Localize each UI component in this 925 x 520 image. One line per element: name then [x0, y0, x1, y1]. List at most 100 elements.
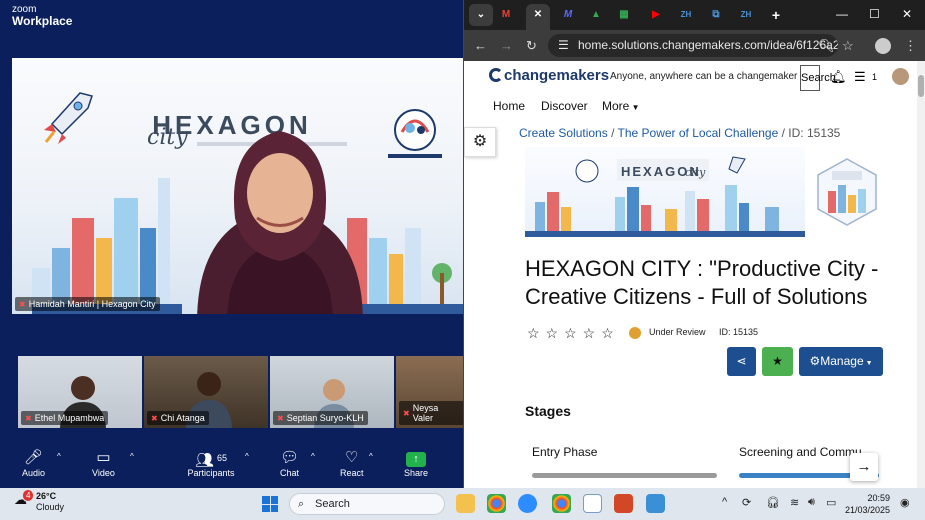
react-options-caret[interactable]: ^: [369, 452, 373, 461]
video-button[interactable]: ▭ Video: [92, 448, 115, 478]
site-tagline: Anyone, anywhere can be a changemaker: [610, 71, 798, 82]
menu-list-icon[interactable]: ☰: [854, 69, 866, 85]
tab-sheets[interactable]: ▦: [612, 4, 636, 26]
breadcrumb-challenge[interactable]: The Power of Local Challenge: [618, 126, 779, 140]
taskbar-search-label: Search: [315, 498, 350, 510]
share-idea-button[interactable]: ⋖: [727, 347, 756, 376]
start-button[interactable]: [262, 496, 278, 512]
address-bar[interactable]: ☰ home.solutions.changemakers.com/idea/6…: [548, 34, 838, 57]
participant-thumbnails: ✖ Ethel Mupambwa ✖ Chi Atanga ✖ Septian Sur…: [18, 356, 465, 428]
participant-nametag: ✖ Ethel Mupambwa: [21, 411, 109, 425]
tray-overflow-icon[interactable]: ^: [722, 496, 727, 508]
chrome-profile-icon[interactable]: [552, 494, 571, 513]
manage-button[interactable]: ⚙Manage ▼: [799, 347, 883, 376]
tab-youtube[interactable]: ▶: [644, 4, 668, 26]
breadcrumb-id: ID: 15135: [788, 126, 841, 140]
minimize-button[interactable]: —: [836, 7, 848, 21]
settings-gear-button[interactable]: ⚙: [464, 127, 496, 157]
logo-ring-icon: [489, 68, 503, 82]
rating-stars[interactable]: ☆☆☆☆☆: [527, 325, 620, 342]
browser-window: ⌄ M ✕ M ▲ ▦ ▶ ZH ⧉ ZH + — ☐ ✕ ← → ↻ ☰ ho…: [463, 0, 925, 488]
nav-discover[interactable]: Discover: [541, 99, 588, 113]
tab-search-button[interactable]: ⌄: [469, 4, 493, 26]
browser-menu-icon[interactable]: ⋮: [904, 38, 917, 54]
mic-muted-icon: ✖: [403, 408, 410, 418]
main-speaker-nametag: ✖ Hamidah Mantiri | Hexagon City: [15, 297, 160, 311]
audio-button[interactable]: 🎤︎ Audio: [22, 448, 45, 478]
window-close-button[interactable]: ✕: [902, 7, 912, 21]
stages-heading: Stages: [525, 403, 571, 419]
nav-home[interactable]: Home: [493, 99, 525, 113]
maximize-button[interactable]: ☐: [869, 7, 880, 21]
new-tab-button[interactable]: +: [764, 4, 788, 26]
powerpoint-icon[interactable]: [614, 494, 633, 513]
system-clock[interactable]: 20:59 21/03/2025: [845, 492, 890, 516]
idea-title: HEXAGON CITY : "Productive City - Creati…: [525, 256, 879, 309]
tab-m[interactable]: M: [556, 4, 580, 26]
close-icon[interactable]: ✕: [534, 9, 542, 20]
main-speaker-video[interactable]: HEXAGON city ✖ Hamidah Mantiri | Hexagon…: [12, 58, 463, 314]
participants-options-caret[interactable]: ^: [245, 452, 249, 461]
idea-banner-image: HEXAGON city: [525, 147, 805, 237]
tab-active[interactable]: ✕: [526, 4, 550, 30]
chat-options-caret[interactable]: ^: [311, 452, 315, 461]
user-avatar[interactable]: [892, 68, 909, 85]
weather-widget[interactable]: ☁ 4 26°C Cloudy: [14, 490, 65, 513]
next-stage-button[interactable]: →: [850, 453, 878, 481]
share-button[interactable]: ↑ Share: [404, 448, 428, 478]
participant-thumb[interactable]: ✖ Chi Atanga: [144, 356, 268, 428]
chat-button[interactable]: 💬︎ Chat: [280, 448, 299, 478]
tab-zh[interactable]: ZH: [674, 4, 698, 26]
reload-button[interactable]: ↻: [526, 38, 537, 54]
weather-condition: Cloudy: [36, 502, 65, 512]
logo-text: changemakers: [504, 67, 610, 84]
participant-thumb[interactable]: ✖ Septian Suryo-KLH: [270, 356, 394, 428]
site-info-icon[interactable]: ☰: [558, 34, 569, 57]
tab-zh-2[interactable]: ZH: [734, 4, 758, 26]
stage-progress-entry: [532, 473, 717, 478]
forward-button[interactable]: →: [500, 38, 513, 53]
breadcrumb-create-solutions[interactable]: Create Solutions: [519, 126, 608, 140]
changemakers-logo[interactable]: changemakers: [489, 67, 609, 84]
back-button[interactable]: ←: [474, 38, 487, 53]
participant-thumb[interactable]: ✖ Neysa Valer: [396, 356, 465, 428]
chat-icon: 💬︎: [280, 449, 300, 466]
file-explorer-icon[interactable]: [456, 494, 475, 513]
speaker-icon[interactable]: 🔊︎: [808, 496, 815, 509]
participant-thumb[interactable]: ✖ Ethel Mupambwa: [18, 356, 142, 428]
zoom-lens-icon[interactable]: 🔍︎: [818, 38, 835, 54]
stage-entry-phase: Entry Phase: [532, 445, 598, 459]
notification-icon[interactable]: ◉: [900, 496, 910, 509]
headset-icon[interactable]: 🎧︎: [766, 496, 780, 509]
speaker-person: [197, 131, 363, 314]
search-button[interactable]: Search: [800, 65, 836, 91]
clock-date: 21/03/2025: [845, 505, 891, 515]
profile-avatar[interactable]: [875, 38, 891, 54]
nav-more[interactable]: More ▼: [602, 99, 639, 113]
video-options-caret[interactable]: ^: [130, 452, 134, 461]
page-scrollbar[interactable]: [917, 61, 925, 488]
tab-gmail[interactable]: M: [494, 4, 518, 26]
wifi-icon[interactable]: ≋: [790, 496, 799, 509]
audio-options-caret[interactable]: ^: [57, 452, 61, 461]
notepad-icon[interactable]: [583, 494, 602, 513]
chrome-icon[interactable]: [487, 494, 506, 513]
photos-icon[interactable]: [646, 494, 665, 513]
participants-count: 65: [217, 453, 228, 463]
participants-button[interactable]: 👥︎ 65 Participants: [186, 448, 236, 478]
taskbar-search[interactable]: ⌕ Search: [289, 493, 445, 515]
tab-drive[interactable]: ▲: [584, 4, 608, 26]
participant-nametag: ✖ Chi Atanga: [147, 411, 209, 425]
tab-translate[interactable]: ⧉: [704, 4, 728, 26]
scrollbar-thumb[interactable]: [918, 75, 924, 97]
react-button[interactable]: ♡ React: [340, 448, 364, 478]
audio-label: Audio: [22, 468, 46, 478]
bookmark-star-icon[interactable]: ☆: [842, 38, 854, 54]
participant-name: Chi Atanga: [160, 413, 205, 423]
participants-label: Participants: [187, 468, 235, 478]
battery-icon[interactable]: ▭: [826, 496, 836, 509]
favorite-button[interactable]: ★: [762, 347, 793, 376]
zoom-app-icon[interactable]: [518, 494, 537, 513]
sync-icon[interactable]: ⟳: [742, 496, 751, 509]
bell-icon[interactable]: 🔔︎: [830, 69, 847, 85]
